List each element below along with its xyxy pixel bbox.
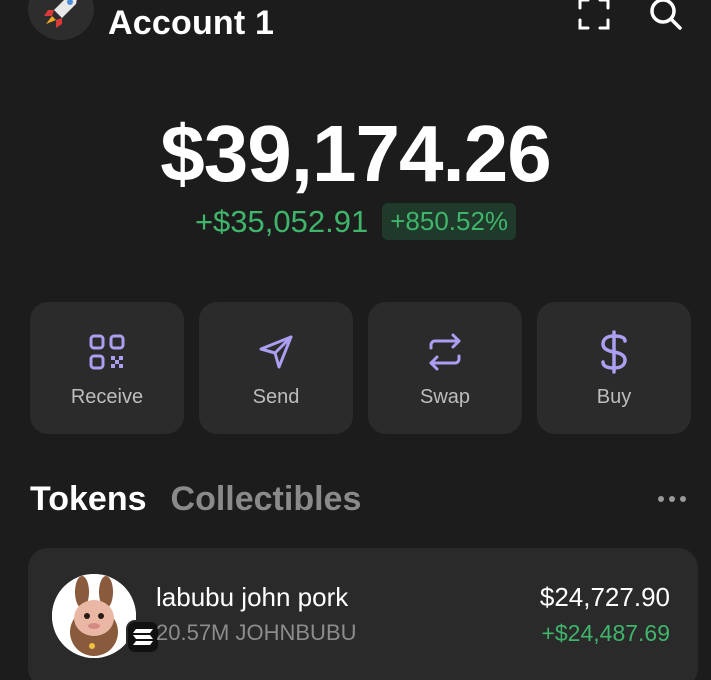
asset-tabs: Tokens Collectibles [30, 480, 361, 519]
solana-icon [133, 629, 153, 645]
scan-button[interactable] [572, 0, 616, 36]
token-name: labubu john pork [156, 582, 349, 612]
balance-change-amount: +$35,052.91 [194, 203, 369, 239]
dot-icon [669, 496, 675, 502]
swap-icon [429, 333, 461, 371]
tab-collectibles[interactable]: Collectibles [171, 480, 362, 519]
dollar-icon [601, 330, 627, 374]
send-icon [259, 335, 293, 369]
labubu-icon [52, 574, 136, 658]
total-balance: $39,174.26 [160, 109, 551, 198]
rocket-icon [44, 0, 77, 28]
action-buttons: Receive Send Swap Buy [30, 302, 692, 434]
dot-icon [680, 496, 686, 502]
account-avatar[interactable] [28, 0, 94, 40]
send-label: Send [252, 386, 300, 408]
token-avatar [52, 574, 136, 658]
header: Account 1 [0, 0, 711, 60]
search-button[interactable] [644, 0, 688, 36]
tab-tokens[interactable]: Tokens [30, 480, 147, 519]
receive-label: Receive [70, 386, 144, 408]
balance-change-percent-badge: +850.52% [382, 203, 517, 240]
balance-change-row: +$35,052.91 +850.52% [0, 203, 711, 240]
more-options-button[interactable] [652, 486, 692, 512]
chain-badge [126, 620, 160, 654]
account-name[interactable]: Account 1 [108, 4, 274, 43]
buy-label: Buy [596, 386, 632, 408]
buy-button[interactable]: Buy [537, 302, 691, 434]
token-amount: 20.57M JOHNBUBU [156, 620, 357, 645]
dot-icon [658, 496, 664, 502]
qr-code-icon [89, 334, 125, 370]
scan-icon [578, 0, 610, 30]
token-value: $24,727.90 [539, 582, 670, 612]
receive-button[interactable]: Receive [30, 302, 184, 434]
send-button[interactable]: Send [199, 302, 353, 434]
search-icon [650, 0, 682, 30]
token-row[interactable]: labubu john pork 20.57M JOHNBUBU $24,727… [28, 548, 698, 680]
token-change: +$24,487.69 [541, 620, 670, 646]
swap-label: Swap [419, 386, 471, 408]
swap-button[interactable]: Swap [368, 302, 522, 434]
